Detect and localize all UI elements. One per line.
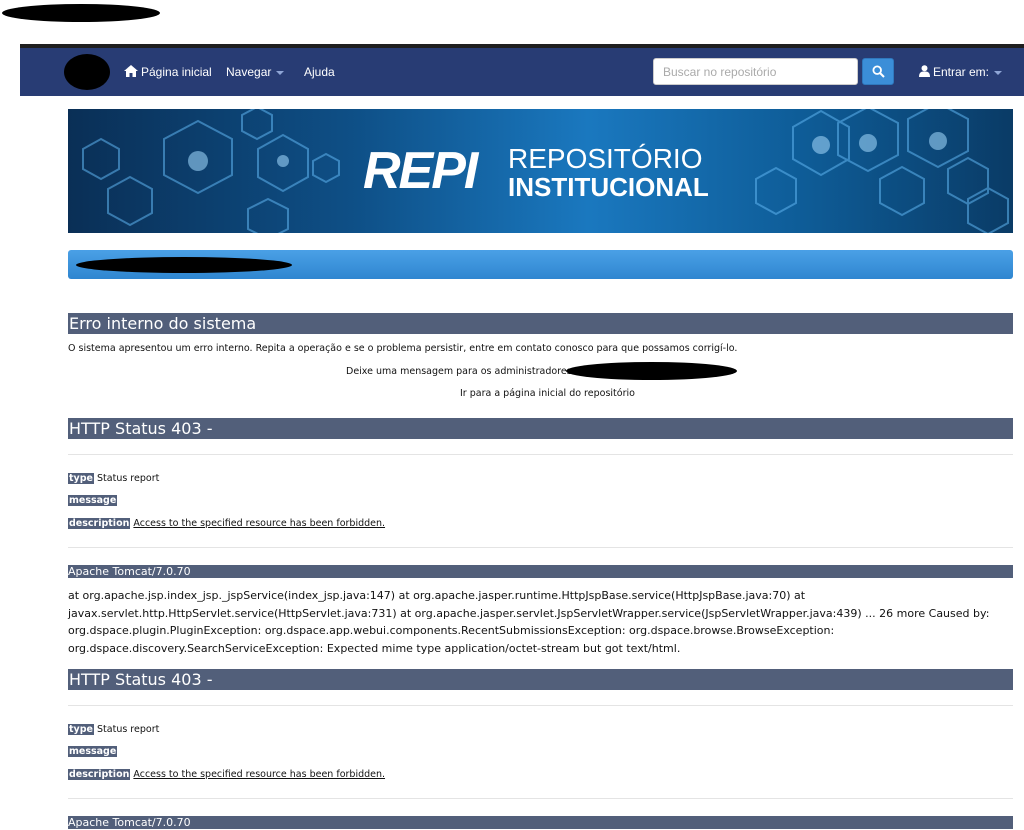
home-page-link[interactable]: Ir para a página inicial do repositório: [460, 388, 635, 399]
banner-logo: REPI: [363, 142, 478, 200]
breadcrumb-bar: [68, 250, 1013, 279]
type-value: Status report: [97, 473, 160, 484]
description-value: Access to the specified resource has bee…: [133, 518, 386, 529]
status-description-row: description Access to the specified reso…: [68, 518, 385, 529]
nav-help-label: Ajuda: [304, 65, 335, 79]
divider: [68, 705, 1013, 706]
user-icon: [919, 65, 930, 77]
status-message-row: message: [68, 746, 118, 757]
banner-title-line2: INSTITUCIONAL: [508, 172, 709, 202]
search-button[interactable]: [862, 58, 894, 85]
nav-home[interactable]: Página inicial: [124, 48, 212, 96]
contact-admins-text: Deixe uma mensagem para os administrador…: [346, 366, 587, 377]
home-icon: [124, 65, 138, 77]
message-label: message: [68, 746, 118, 757]
status-message-row: message: [68, 495, 118, 506]
status-type-row: type Status report: [68, 473, 159, 484]
repository-banner: REPI REPOSITÓRIO INSTITUCIONAL: [68, 109, 1013, 233]
redacted-site-name: [566, 362, 737, 380]
type-value: Status report: [97, 724, 160, 735]
nav-browse-label: Navegar: [226, 65, 272, 79]
nav-help[interactable]: Ajuda: [304, 48, 335, 96]
chevron-down-icon: [276, 70, 285, 75]
divider: [68, 798, 1013, 799]
banner-title-line1: REPOSITÓRIO: [508, 143, 703, 174]
contact-admins-label[interactable]: Deixe uma mensagem para os administrador…: [346, 366, 587, 377]
type-label: type: [68, 473, 94, 484]
divider: [68, 547, 1013, 548]
divider: [68, 454, 1013, 455]
banner-logo-text: REPI: [363, 142, 478, 200]
http-status-title: HTTP Status 403 -: [68, 669, 1013, 690]
description-label: description: [68, 769, 131, 780]
error-title: Erro interno do sistema: [68, 313, 1013, 334]
redacted-mark: [2, 4, 160, 22]
message-label: message: [68, 495, 118, 506]
login-menu[interactable]: Entrar em:: [919, 48, 1003, 96]
server-info: Apache Tomcat/7.0.70: [68, 816, 1013, 829]
description-value: Access to the specified resource has bee…: [133, 769, 386, 780]
chevron-down-icon: [994, 70, 1003, 75]
top-navbar: Página inicial Navegar Ajuda Entrar em:: [20, 44, 1024, 96]
description-label: description: [68, 518, 131, 529]
nav-browse[interactable]: Navegar: [226, 48, 285, 96]
http-status-title: HTTP Status 403 -: [68, 418, 1013, 439]
server-info: Apache Tomcat/7.0.70: [68, 565, 1013, 578]
search-input[interactable]: [653, 58, 858, 85]
search-icon: [872, 65, 885, 78]
nav-home-label: Página inicial: [141, 65, 212, 79]
status-description-row: description Access to the specified reso…: [68, 769, 385, 780]
type-label: type: [68, 724, 94, 735]
status-type-row: type Status report: [68, 724, 159, 735]
error-message: O sistema apresentou um erro interno. Re…: [68, 343, 738, 354]
stack-trace: at org.apache.jsp.index_jsp._jspService(…: [68, 589, 990, 655]
redacted-logo: [64, 54, 110, 90]
login-label: Entrar em:: [933, 65, 990, 79]
banner-title: REPOSITÓRIO INSTITUCIONAL: [508, 143, 709, 202]
redacted-breadcrumb: [76, 257, 292, 273]
